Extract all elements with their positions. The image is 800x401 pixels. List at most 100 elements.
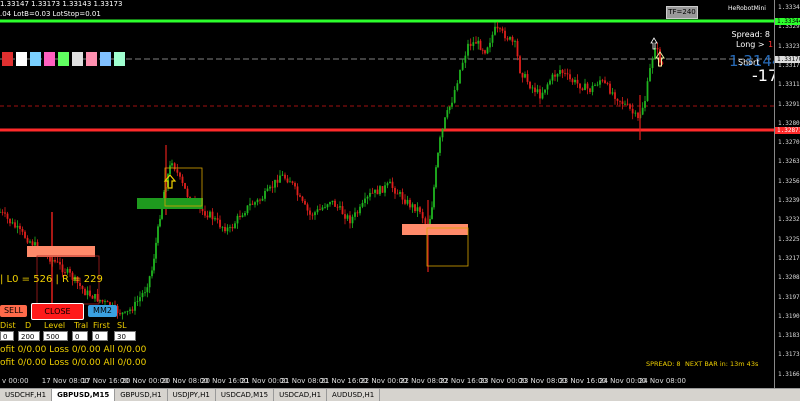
candle-body <box>136 301 139 303</box>
chart-tab[interactable]: USDCHF,H1 <box>0 389 53 401</box>
candle-body <box>421 212 424 219</box>
candle-body <box>176 169 179 173</box>
candle-body <box>556 74 559 77</box>
time-tick-label: 24 Nov 08:00 <box>638 377 686 385</box>
dist-input[interactable]: 0 <box>0 331 14 341</box>
chart-tab[interactable]: GBPUSD,M15 <box>52 389 116 401</box>
candle-body <box>644 101 646 108</box>
candle-body <box>354 212 356 217</box>
chart-tab[interactable]: USDCAD,M15 <box>216 389 275 401</box>
candle-body <box>446 110 449 118</box>
sell-button[interactable]: SELL <box>0 305 27 317</box>
candle-body <box>616 98 619 101</box>
candle-body <box>214 218 216 220</box>
candle-body <box>6 213 9 219</box>
swatch-icon[interactable] <box>58 52 69 66</box>
profit-line-1: ofit 0/0.00 Loss 0/0.00 All 0/0.00 <box>0 345 147 355</box>
d-input[interactable]: 200 <box>18 331 40 341</box>
candle-body <box>349 215 351 224</box>
status-spread: SPREAD: 8 <box>646 360 681 368</box>
candle-body <box>356 212 359 214</box>
candle-body <box>509 36 511 40</box>
candle-body <box>119 313 121 315</box>
candle-body <box>1 211 4 213</box>
candle-body <box>361 202 364 207</box>
chart-tab[interactable]: GBPUSD,H1 <box>115 389 168 401</box>
first-input[interactable]: 0 <box>92 331 108 341</box>
candle-body <box>326 204 329 208</box>
lo-line: | L0 = 526 | R = 229 <box>0 274 103 285</box>
sl-input[interactable]: 30 <box>114 331 136 341</box>
candle-body <box>304 200 306 205</box>
close-button[interactable]: CLOSE <box>31 303 84 320</box>
candle-body <box>66 269 69 273</box>
chart-tab[interactable]: AUDUSD,H1 <box>327 389 381 401</box>
candle-body <box>246 205 249 214</box>
candle-body <box>159 218 161 227</box>
candle-body <box>239 215 241 218</box>
candle-body <box>536 89 539 93</box>
trail-input[interactable]: 0 <box>72 331 88 341</box>
candle-body <box>264 191 266 199</box>
candle-body <box>459 69 461 84</box>
swatch-icon[interactable] <box>2 52 13 66</box>
candle-body <box>611 92 614 94</box>
candle-body <box>475 42 477 44</box>
candle-body <box>437 152 439 168</box>
candle-body <box>574 79 576 83</box>
candle-body <box>219 219 221 228</box>
chart-tab[interactable]: USDCAD,H1 <box>274 389 328 401</box>
swatch-icon[interactable] <box>44 52 55 66</box>
candle-body <box>294 182 296 187</box>
mm2-button[interactable]: MM2 <box>88 305 117 317</box>
candle-body <box>606 83 609 84</box>
swatch-icon[interactable] <box>72 52 83 66</box>
chart-tab[interactable]: USDJPY,H1 <box>168 389 216 401</box>
candle-body <box>371 192 374 194</box>
candle-body <box>549 80 551 85</box>
candle-body <box>84 288 86 296</box>
candle-body <box>481 49 484 51</box>
candle-body <box>489 42 491 48</box>
candle-body <box>266 188 269 192</box>
first-label: First <box>93 321 110 330</box>
candle-body <box>254 202 256 205</box>
swatch-icon[interactable] <box>30 52 41 66</box>
candle-body <box>386 183 389 186</box>
candle-body <box>181 176 184 184</box>
candle-body <box>614 92 616 99</box>
level-input[interactable]: 500 <box>43 331 68 341</box>
candle-body <box>369 192 371 197</box>
candle-body <box>339 206 341 208</box>
price-axis[interactable]: 1.333441.332901.332331.331701.331171.329… <box>774 0 800 388</box>
candle-body <box>506 38 509 40</box>
candle-body <box>591 85 594 93</box>
candle-body <box>231 226 234 229</box>
candle-body <box>634 112 637 114</box>
candle-body <box>448 106 451 111</box>
candle-body <box>94 293 96 299</box>
price-tick-label: 1.31970 <box>778 293 800 301</box>
swatch-icon[interactable] <box>86 52 97 66</box>
candle-body <box>569 74 571 80</box>
candle-body <box>54 259 56 262</box>
candle-body <box>364 198 366 203</box>
candle-body <box>521 72 524 78</box>
sell-zone <box>27 246 95 257</box>
price-tick-label: 1.32170 <box>778 254 800 262</box>
swatch-icon[interactable] <box>100 52 111 66</box>
candle-body <box>586 83 589 89</box>
swatch-icon[interactable] <box>114 52 125 66</box>
timeframe-badge[interactable]: TF=240 <box>666 6 698 19</box>
swatch-icon[interactable] <box>16 52 27 66</box>
price-flag: 1.33344 <box>775 18 800 25</box>
candle-body <box>529 81 531 89</box>
candle-body <box>594 84 596 86</box>
price-flag: 1.33170 <box>775 56 800 63</box>
candle-body <box>216 218 219 220</box>
quote-line: 1.33147 1.33173 1.33143 1.33173 <box>0 0 123 8</box>
candle-body <box>604 80 606 84</box>
candle-body <box>439 137 441 153</box>
candle-body <box>64 272 66 274</box>
buy-zone <box>137 198 203 209</box>
